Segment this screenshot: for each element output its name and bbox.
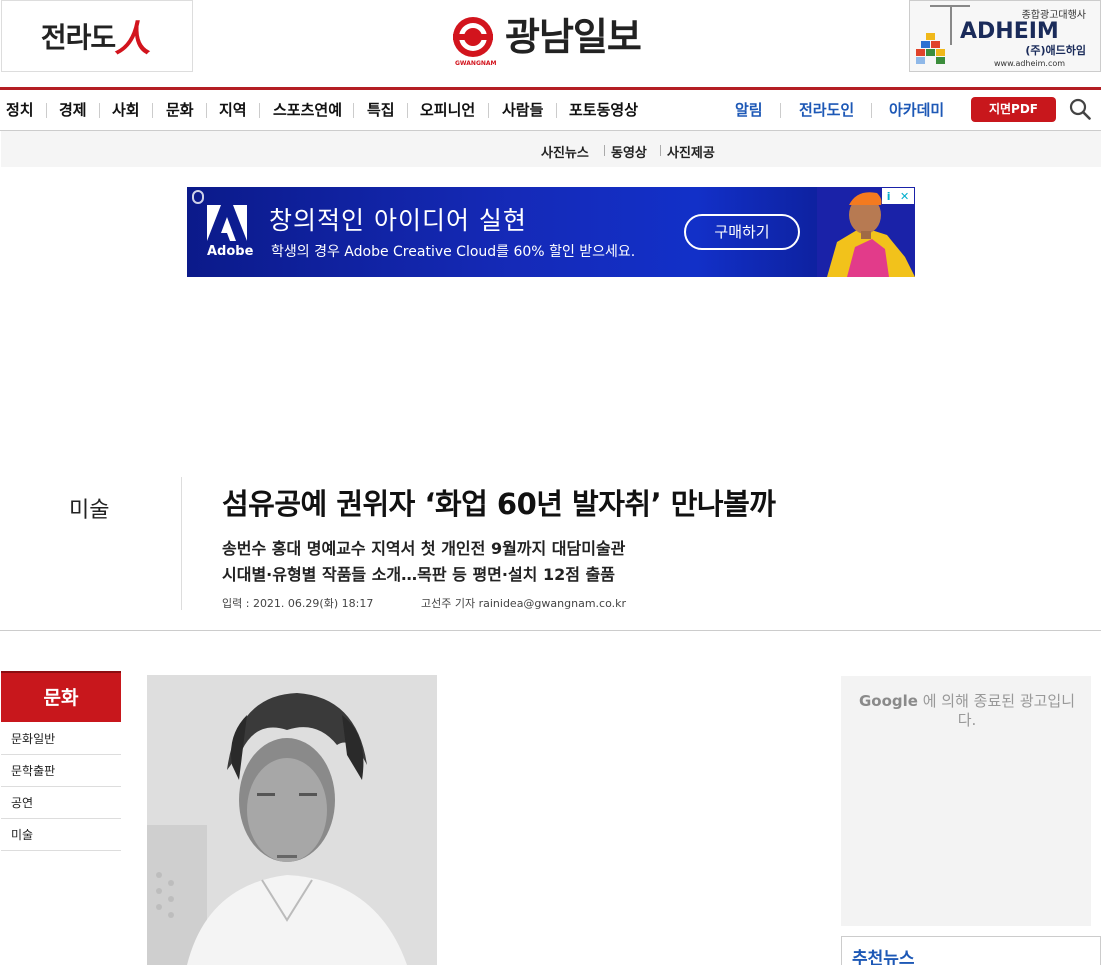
recommended-news-title[interactable]: 추천뉴스 bbox=[852, 944, 915, 965]
shield-icon bbox=[192, 190, 204, 204]
ad-closed-text: 에 의해 종료된 광고입니다. bbox=[922, 692, 1076, 729]
article-subtitle-1: 송번수 홍대 명예교수 지역서 첫 개인전 9월까지 대담미술관 bbox=[222, 539, 626, 558]
ad-choices[interactable]: i ✕ bbox=[882, 188, 914, 204]
nav-item-academy[interactable]: 아카데미 bbox=[889, 99, 944, 120]
jeollado-logo[interactable]: 전라도 人 bbox=[1, 0, 193, 72]
sidebar-item-literature[interactable]: 문학출판 bbox=[1, 755, 121, 787]
banner-headline: 창의적인 아이디어 실현 bbox=[269, 206, 527, 235]
sidebar-title[interactable]: 문화 bbox=[1, 671, 121, 722]
nav-item-special[interactable]: 특집 bbox=[367, 99, 395, 120]
subnav-item-photo-news[interactable]: 사진뉴스 bbox=[541, 142, 589, 161]
info-icon[interactable]: i bbox=[887, 190, 891, 203]
sidebar-item-art[interactable]: 미술 bbox=[1, 819, 121, 851]
gwangnam-emblem-icon: GWANGNAM bbox=[453, 17, 497, 67]
site-name: 광남일보 bbox=[505, 15, 642, 59]
adobe-banner-ad[interactable]: Adobe 창의적인 아이디어 실현 학생의 경우 Adobe Creative… bbox=[187, 187, 915, 277]
nav-item-sports[interactable]: 스포츠연예 bbox=[273, 99, 342, 120]
article-subtitle-2: 시대별·유형별 작품들 소개…목판 등 평면·설치 12점 출품 bbox=[222, 565, 615, 584]
article-date: 입력 : 2021. 06.29(화) 18:17 bbox=[222, 597, 374, 610]
nav-item-society[interactable]: 사회 bbox=[112, 99, 140, 120]
nav-item-notice[interactable]: 알림 bbox=[735, 99, 763, 120]
sidebar-item-culture-general[interactable]: 문화일반 bbox=[1, 723, 121, 755]
nav-item-culture[interactable]: 문화 bbox=[166, 99, 194, 120]
article-byline[interactable]: 고선주 기자 rainidea@gwangnam.co.kr bbox=[421, 595, 626, 611]
nav-item-region[interactable]: 지역 bbox=[219, 99, 247, 120]
close-icon[interactable]: ✕ bbox=[900, 190, 909, 203]
blocks-icon bbox=[916, 19, 956, 69]
search-icon[interactable] bbox=[1069, 98, 1091, 120]
nav-item-politics[interactable]: 정치 bbox=[6, 99, 34, 120]
google-ad-slot: Google 에 의해 종료된 광고입니다. bbox=[841, 676, 1091, 926]
article-photo bbox=[147, 675, 437, 965]
recommended-news: 추천뉴스 bbox=[841, 936, 1101, 965]
site-header: 전라도 人 GWANGNAM 광남일보 종합광고대행사 ADHEIM (주)애드… bbox=[0, 0, 1115, 88]
ad-brand-kr: (주)애드하임 bbox=[1025, 44, 1086, 57]
sidebar-item-performance[interactable]: 공연 bbox=[1, 787, 121, 819]
jeollado-logo-mark: 人 bbox=[112, 18, 157, 60]
nav-item-photo-video[interactable]: 포토동영상 bbox=[569, 99, 638, 120]
site-logo[interactable]: GWANGNAM 광남일보 bbox=[453, 14, 642, 67]
article-section: 미술 bbox=[69, 498, 110, 523]
pdf-button[interactable]: 지면PDF bbox=[971, 97, 1056, 122]
ad-brand: ADHEIM bbox=[960, 19, 1059, 44]
adheim-ad[interactable]: 종합광고대행사 ADHEIM (주)애드하임 www.adheim.com bbox=[909, 0, 1101, 72]
google-logo: Google bbox=[858, 692, 918, 710]
jeollado-logo-text: 전라도 bbox=[40, 21, 116, 54]
main-nav: 정치 경제 사회 문화 지역 스포츠연예 특집 오피니언 사람들 포토동영상 알… bbox=[0, 87, 1101, 131]
banner-subline: 학생의 경우 Adobe Creative Cloud를 60% 할인 받으세요… bbox=[271, 244, 636, 260]
adobe-logo-icon bbox=[207, 205, 247, 241]
divider bbox=[0, 630, 1101, 631]
site-name-en: GWANGNAM bbox=[455, 60, 497, 67]
adobe-brand: Adobe bbox=[207, 244, 254, 259]
nav-item-jeollado-people[interactable]: 전라도인 bbox=[799, 99, 854, 120]
article-title: 섬유공예 권위자 ‘화업 60년 발자취’ 만나볼까 bbox=[222, 487, 776, 521]
divider bbox=[181, 477, 182, 610]
nav-item-people[interactable]: 사람들 bbox=[502, 99, 543, 120]
nav-item-economy[interactable]: 경제 bbox=[59, 99, 87, 120]
subnav-item-photo-provided[interactable]: 사진제공 bbox=[667, 142, 715, 161]
buy-button[interactable]: 구매하기 bbox=[684, 214, 800, 250]
ad-closed-message: Google 에 의해 종료된 광고입니다. bbox=[851, 692, 1083, 730]
sub-nav: 사진뉴스 동영상 사진제공 bbox=[1, 131, 1101, 167]
nav-item-opinion[interactable]: 오피니언 bbox=[420, 99, 475, 120]
subnav-item-video[interactable]: 동영상 bbox=[611, 142, 647, 161]
ad-url: www.adheim.com bbox=[994, 59, 1066, 68]
